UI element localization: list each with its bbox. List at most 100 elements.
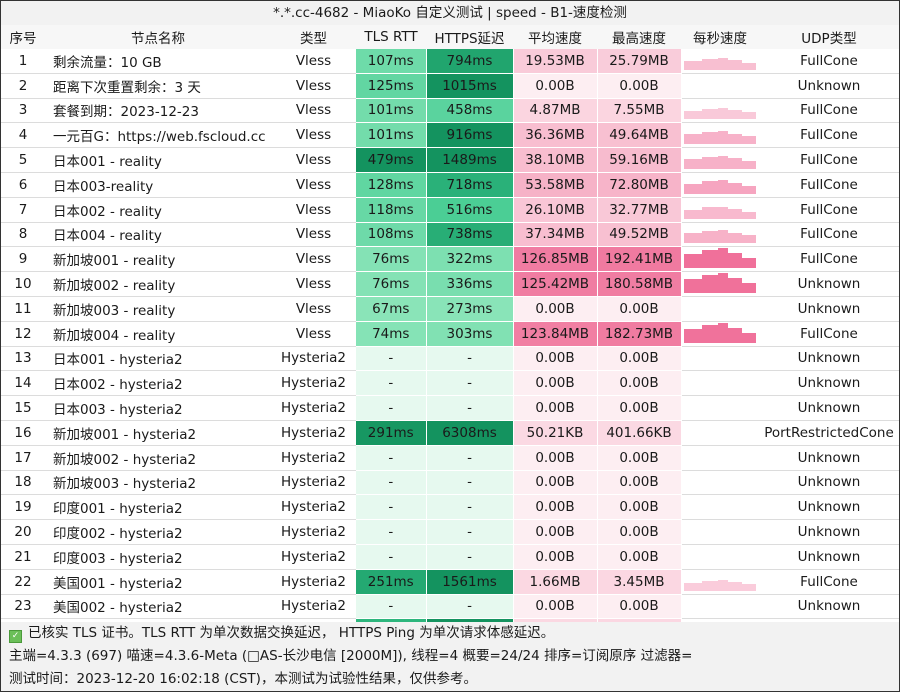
- node-name: 新加坡002 - reality: [45, 271, 271, 297]
- node-type: Hysteria2: [271, 470, 356, 496]
- per-second-speed: [681, 246, 759, 273]
- https-latency: -: [426, 470, 514, 496]
- per-second-speed: [681, 98, 759, 124]
- row-index: 19: [1, 494, 45, 521]
- node-name: 一元百G：https://web.fscloud.cc: [45, 122, 271, 149]
- table-row[interactable]: 2 距离下次重置剩余：3 天 Vless 125ms 1015ms 0.00B 0.00B U…: [1, 73, 899, 99]
- table-row[interactable]: 15 日本003 - hysteria2 Hysteria2- -0.00B 0.00B…: [1, 395, 899, 421]
- node-name: 新加坡002 - hysteria2: [45, 445, 271, 471]
- tls-rtt: -: [356, 470, 427, 496]
- avg-speed: 0.00B: [513, 544, 598, 570]
- table-row[interactable]: 12 新加坡004 - reality Vless 74ms 303ms 123.84MB…: [1, 321, 899, 347]
- table-row[interactable]: 22 美国001 - hysteria2 Hysteria2 251ms 1561ms 1…: [1, 569, 899, 595]
- table-row[interactable]: 9 新加坡001 - reality Vless 76ms 322ms 126.85MB 1…: [1, 246, 899, 273]
- table-row[interactable]: 23 美国002 - hysteria2 Hysteria2- -0.00B 0.00B…: [1, 594, 899, 620]
- table-row[interactable]: 10 新加坡002 - reality Vless 76ms 336ms 125.42MB…: [1, 271, 899, 297]
- table-row[interactable]: 13 日本001 - hysteria2 Hysteria2- -0.00B 0.00B…: [1, 346, 899, 372]
- avg-speed: 0.00B: [513, 494, 598, 521]
- https-latency: 1561ms: [426, 569, 514, 595]
- sparkline-bar: [684, 209, 703, 219]
- https-latency: 916ms: [426, 122, 514, 149]
- speed-sparkline: [684, 546, 756, 568]
- row-index: 9: [1, 246, 45, 273]
- speed-sparkline: [684, 199, 757, 221]
- udp-type: FullCone: [759, 569, 899, 595]
- table-row[interactable]: 8 日本004 - reality Vless 108ms 738ms 37.34MB 49…: [1, 222, 899, 248]
- window: *.*.cc-4682 - MiaoKo 自定义测试 | speed - B1-…: [0, 0, 900, 692]
- node-type: Vless: [271, 172, 356, 198]
- max-speed: 0.00B: [597, 594, 682, 620]
- col-type-header[interactable]: 类型: [271, 25, 356, 49]
- table-row[interactable]: 4 一元百G：https://web.fscloud.cc Vless 101ms 91…: [1, 122, 899, 149]
- udp-type: Unknown: [759, 346, 899, 372]
- table-row[interactable]: 5 日本001 - reality Vless 479ms 1489ms 38.10MB 5…: [1, 147, 899, 173]
- col-avg-speed-header[interactable]: 平均速度: [513, 25, 597, 49]
- table-row[interactable]: 19 印度001 - hysteria2 Hysteria2- -0.00B 0.00B…: [1, 494, 899, 521]
- sparkline-bar: [702, 324, 719, 343]
- table-row[interactable]: 7 日本002 - reality Vless 118ms 516ms 26.10MB 32…: [1, 197, 899, 223]
- col-udp-header[interactable]: UDP类型: [759, 25, 899, 49]
- node-name: 新加坡001 - reality: [45, 246, 271, 273]
- col-tls-rtt-header[interactable]: TLS RTT: [356, 25, 426, 49]
- table-row[interactable]: 17 新加坡002 - hysteria2 Hysteria2- -0.00B 0.00…: [1, 445, 899, 471]
- col-name-header[interactable]: 节点名称: [45, 25, 271, 49]
- sparkline-bar: [718, 131, 729, 145]
- node-name: 印度001 - hysteria2: [45, 494, 271, 521]
- node-name: 日本001 - hysteria2: [45, 346, 271, 372]
- node-name: 日本003-reality: [45, 172, 271, 198]
- col-per-sec-header[interactable]: 每秒速度: [681, 25, 759, 49]
- node-type: Hysteria2: [271, 445, 356, 471]
- avg-speed: 53.58MB: [513, 172, 598, 198]
- sparkline-bar: [728, 278, 743, 294]
- sparkline-bar: [742, 332, 757, 343]
- per-second-speed: [681, 49, 759, 74]
- avg-speed: 0.00B: [513, 519, 598, 545]
- table-row[interactable]: 20 印度002 - hysteria2 Hysteria2- -0.00B 0.00B…: [1, 519, 899, 545]
- sparkline-bar: [718, 179, 729, 194]
- max-speed: 0.00B: [597, 346, 682, 372]
- table-row[interactable]: 1 剩余流量：10 GB Vless 107ms 794ms 19.53MB 25.79MB…: [1, 49, 899, 74]
- https-latency: 273ms: [426, 296, 514, 322]
- table-row[interactable]: 3 套餐到期：2023-12-23 Vless 101ms 458ms 4.87MB 7.5…: [1, 98, 899, 124]
- node-type: Vless: [271, 271, 356, 297]
- table-row[interactable]: 18 新加坡003 - hysteria2 Hysteria2- -0.00B 0.00…: [1, 470, 899, 496]
- sparkline-bar: [702, 206, 719, 219]
- speed-sparkline: [684, 595, 756, 617]
- avg-speed: 38.10MB: [513, 147, 598, 173]
- https-latency: 738ms: [426, 222, 514, 248]
- table-row[interactable]: 6 日本003-reality Vless 128ms 718ms 53.58MB 72.8…: [1, 172, 899, 198]
- per-second-speed: [681, 569, 759, 595]
- table-row[interactable]: 21 印度003 - hysteria2 Hysteria2- -0.00B 0.00B…: [1, 544, 899, 570]
- tls-note: 已核实 TLS 证书。TLS RTT 为单次数据交换延迟， HTTPS Ping…: [28, 625, 555, 641]
- row-index: 6: [1, 172, 45, 198]
- results-table: 序号 节点名称 类型 TLS RTT HTTPS延迟 平均速度 最高速度 每秒速度 UDP类型 …: [1, 25, 899, 645]
- avg-speed: 0.00B: [513, 73, 598, 99]
- col-index-header[interactable]: 序号: [1, 25, 45, 49]
- sparkline-bar: [684, 134, 703, 145]
- node-name: 新加坡003 - hysteria2: [45, 470, 271, 496]
- avg-speed: 1.66MB: [513, 569, 598, 595]
- node-name: 日本003 - hysteria2: [45, 395, 271, 421]
- sparkline-bar: [728, 208, 743, 219]
- max-speed: 0.00B: [597, 296, 682, 322]
- avg-speed: 125.42MB: [513, 271, 598, 297]
- max-speed: 25.79MB: [597, 49, 682, 74]
- node-name: 套餐到期：2023-12-23: [45, 98, 271, 124]
- avg-speed: 37.34MB: [513, 222, 598, 248]
- table-row[interactable]: 16 新加坡001 - hysteria2 Hysteria2 291ms 6308ms…: [1, 420, 899, 446]
- sparkline-bar: [742, 283, 757, 294]
- sparkline-bar: [728, 158, 743, 170]
- col-https-header[interactable]: HTTPS延迟: [426, 25, 513, 49]
- avg-speed: 0.00B: [513, 370, 598, 397]
- table-row[interactable]: 11 新加坡003 - reality Vless 67ms 273ms 0.00B 0.0…: [1, 296, 899, 322]
- col-max-speed-header[interactable]: 最高速度: [597, 25, 681, 49]
- sparkline-bar: [742, 258, 757, 269]
- node-name: 新加坡003 - reality: [45, 296, 271, 322]
- tls-rtt: 76ms: [356, 246, 427, 273]
- udp-type: FullCone: [759, 122, 899, 149]
- node-type: Hysteria2: [271, 544, 356, 570]
- sparkline-bar: [742, 185, 757, 194]
- table-row[interactable]: 14 日本002 - hysteria2 Hysteria2- -0.00B 0.00B…: [1, 370, 899, 397]
- max-speed: 0.00B: [597, 395, 682, 421]
- sparkline-bar: [702, 275, 719, 294]
